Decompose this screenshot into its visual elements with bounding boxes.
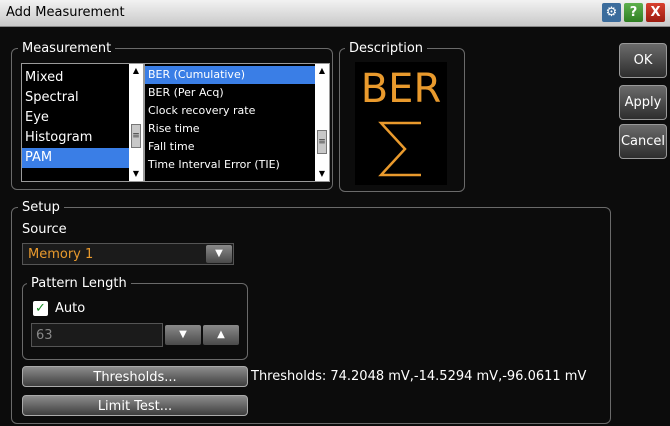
- scroll-up-icon[interactable]: ▲: [315, 64, 329, 78]
- measurement-list[interactable]: BER (Cumulative) BER (Per Acq) Clock rec…: [144, 63, 330, 182]
- decrement-button[interactable]: ▼: [165, 325, 201, 345]
- setup-legend: Setup: [18, 200, 64, 215]
- list-item[interactable]: Histogram: [22, 128, 143, 148]
- list-item[interactable]: Eye: [22, 108, 143, 128]
- sigma-icon: [378, 121, 421, 177]
- window-title: Add Measurement: [6, 5, 125, 20]
- ok-button[interactable]: OK: [619, 43, 667, 78]
- gear-icon[interactable]: ⚙: [602, 3, 621, 22]
- limit-test-button[interactable]: Limit Test...: [22, 395, 248, 416]
- pattern-length-legend: Pattern Length: [27, 276, 131, 291]
- measurement-scrollbar[interactable]: ▲ ≡ ▼: [315, 64, 329, 181]
- scroll-down-icon[interactable]: ▼: [315, 167, 329, 181]
- thresholds-button[interactable]: Thresholds...: [22, 366, 248, 387]
- list-item[interactable]: Fall time: [145, 138, 329, 156]
- list-item[interactable]: Time Interval Error (TIE): [145, 156, 329, 174]
- list-item-selected[interactable]: PAM: [22, 148, 143, 168]
- apply-button[interactable]: Apply: [619, 85, 667, 120]
- description-image: BER: [355, 62, 447, 185]
- help-button[interactable]: ?: [624, 3, 643, 22]
- auto-label: Auto: [55, 301, 86, 316]
- ber-label: BER: [360, 66, 442, 112]
- scroll-down-icon[interactable]: ▼: [129, 167, 143, 181]
- list-item[interactable]: Spectral: [22, 88, 143, 108]
- title-bar: Add Measurement ⚙ ? X: [0, 0, 670, 27]
- cancel-button[interactable]: Cancel: [619, 124, 667, 159]
- list-item-selected[interactable]: BER (Cumulative): [145, 66, 329, 84]
- pattern-length-group: [22, 283, 248, 360]
- chevron-down-icon[interactable]: ▼: [206, 245, 232, 263]
- pattern-length-input[interactable]: 63: [31, 323, 163, 347]
- scroll-up-icon[interactable]: ▲: [129, 64, 143, 78]
- source-select[interactable]: Memory 1: [22, 243, 234, 265]
- close-button[interactable]: X: [646, 3, 665, 22]
- list-item[interactable]: Mixed: [22, 68, 143, 88]
- source-label: Source: [22, 222, 67, 237]
- list-item[interactable]: Rise time: [145, 120, 329, 138]
- scroll-thumb[interactable]: ≡: [131, 124, 141, 148]
- category-scrollbar[interactable]: ▲ ≡ ▼: [129, 64, 143, 181]
- list-item[interactable]: Clock recovery rate: [145, 102, 329, 120]
- auto-checkbox[interactable]: ✓: [33, 301, 48, 316]
- measurement-legend: Measurement: [18, 41, 116, 56]
- description-legend: Description: [345, 41, 428, 56]
- thresholds-text: Thresholds: 74.2048 mV,-14.5294 mV,-96.0…: [251, 369, 587, 384]
- scroll-thumb[interactable]: ≡: [317, 130, 327, 154]
- list-item[interactable]: BER (Per Acq): [145, 84, 329, 102]
- category-list[interactable]: Mixed Spectral Eye Histogram PAM ▲ ≡ ▼: [21, 63, 144, 182]
- increment-button[interactable]: ▲: [203, 325, 239, 345]
